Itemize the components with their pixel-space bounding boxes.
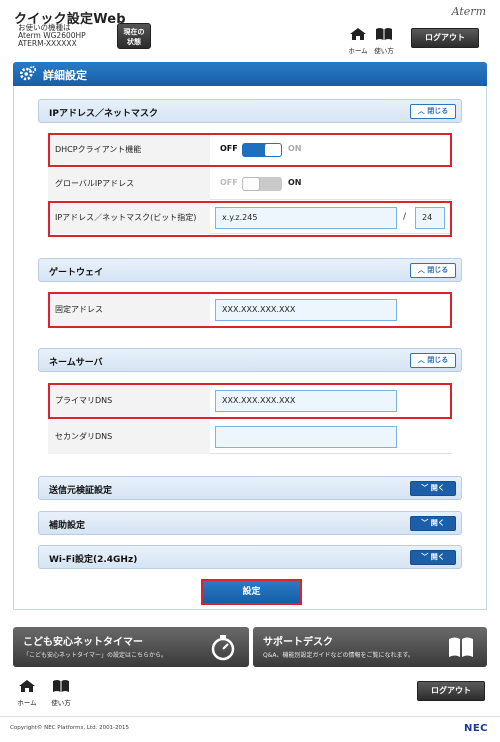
current-status-button[interactable]: 現在の 状態 (117, 23, 151, 49)
support-desk-banner[interactable]: サポートデスク Q&A、機能別設定ガイドなどの情報をご覧になれます。 (253, 627, 487, 667)
source-verify-open-button[interactable]: ﹀ 開く (410, 481, 456, 496)
support-desk-title: サポートデスク (263, 637, 333, 648)
nec-logo: NEC (463, 723, 488, 734)
ipmask-highlight (48, 201, 452, 237)
copyright: Copyright© NEC Platforms, Ltd. 2001-2015 (10, 725, 130, 731)
page-title-bar: 詳細設定 (13, 62, 487, 86)
footer-logout-button[interactable]: ログアウト (417, 681, 485, 701)
home-icon (350, 28, 366, 40)
footer-divider (0, 716, 500, 717)
chevron-up-icon: ︿ (417, 266, 425, 274)
footer-home-label: ホーム (17, 699, 37, 707)
chevron-down-icon: ﹀ (421, 484, 429, 492)
home-nav[interactable]: ホーム (347, 27, 369, 55)
book-icon (449, 637, 473, 657)
source-verify-section-header: 送信元検証設定 ﹀ 開く (38, 476, 462, 500)
source-verify-toggle-label: 開く (430, 484, 445, 492)
chevron-down-icon: ﹀ (421, 519, 429, 527)
aux-toggle-label: 開く (430, 519, 445, 527)
primary-dns-highlight (48, 383, 452, 419)
chevron-up-icon: ︿ (417, 107, 425, 115)
aux-section-header: 補助設定 ﹀ 開く (38, 511, 462, 535)
source-verify-section-title: 送信元検証設定 (49, 486, 113, 496)
global-ip-row: グローバルIPアドレス OFF ON (48, 168, 452, 200)
home-label: ホーム (348, 47, 368, 55)
gateway-section-toggle-label: 閉じる (427, 266, 449, 274)
wifi-section-title: Wi-Fi設定(2.4GHz) (49, 555, 138, 565)
ip-section-toggle-label: 閉じる (427, 107, 449, 115)
chevron-down-icon: ﹀ (421, 553, 429, 561)
global-ip-switch-track (242, 177, 282, 191)
gateway-section-close-button[interactable]: ︿ 閉じる (410, 263, 456, 278)
nameserver-section-header: ネームサーバ ︿ 閉じる (38, 348, 462, 372)
gateway-section-header: ゲートウェイ ︿ 閉じる (38, 258, 462, 282)
secondary-dns-row: セカンダリDNS (48, 420, 452, 454)
global-ip-switch-knob (243, 178, 259, 190)
status-button-line1: 現在の (123, 28, 145, 36)
wifi-toggle-label: 開く (430, 553, 445, 561)
aux-section-title: 補助設定 (49, 521, 86, 531)
brand-logo: Aterm (451, 5, 486, 18)
footer-help-label: 使い方 (51, 699, 71, 707)
footer-home-nav[interactable]: ホーム (16, 679, 38, 707)
gateway-section-title: ゲートウェイ (49, 268, 104, 278)
timer-icon (211, 635, 235, 661)
nameserver-section-toggle-label: 閉じる (427, 356, 449, 364)
nameserver-section-title: ネームサーバ (49, 358, 103, 368)
help-nav[interactable]: 使い方 (373, 27, 395, 55)
global-ip-off-label: OFF (220, 178, 238, 187)
book-icon (376, 28, 392, 40)
gateway-highlight (48, 292, 452, 328)
aux-open-button[interactable]: ﹀ 開く (410, 516, 456, 531)
model-id: ATERM-XXXXXX (18, 39, 77, 48)
ip-section-header: IPアドレス／ネットマスク ︿ 閉じる (38, 99, 462, 123)
footer-help-nav[interactable]: 使い方 (50, 679, 72, 707)
header: クイック設定Web お使いの機種は Aterm WG2600HP ATERM-X… (0, 0, 500, 60)
secondary-dns-input[interactable] (215, 426, 397, 448)
nameserver-section-close-button[interactable]: ︿ 閉じる (410, 353, 456, 368)
support-desk-subtitle: Q&A、機能別設定ガイドなどの情報をご覧になれます。 (263, 652, 414, 659)
logout-button[interactable]: ログアウト (411, 28, 479, 48)
page-title: 詳細設定 (43, 69, 87, 82)
global-ip-label: グローバルIPアドレス (48, 168, 210, 200)
kids-timer-subtitle: 「こども安心ネットタイマー」の設定はこちらから。 (23, 652, 168, 659)
global-ip-on-label: ON (288, 178, 302, 187)
ip-section-title: IPアドレス／ネットマスク (49, 109, 158, 119)
help-label: 使い方 (374, 47, 394, 55)
chevron-up-icon: ︿ (417, 356, 425, 364)
dhcp-highlight (48, 133, 452, 167)
wifi-section-header: Wi-Fi設定(2.4GHz) ﹀ 開く (38, 545, 462, 569)
gear-icon (19, 65, 37, 81)
ip-section-close-button[interactable]: ︿ 閉じる (410, 104, 456, 119)
secondary-dns-label: セカンダリDNS (48, 420, 210, 454)
kids-timer-title: こども安心ネットタイマー (23, 637, 143, 648)
wifi-open-button[interactable]: ﹀ 開く (410, 550, 456, 565)
home-icon (19, 680, 35, 692)
status-button-line2: 状態 (127, 38, 141, 46)
book-icon (53, 680, 69, 692)
kids-timer-banner[interactable]: こども安心ネットタイマー 「こども安心ネットタイマー」の設定はこちらから。 (13, 627, 249, 667)
submit-button[interactable]: 設定 (201, 579, 302, 605)
